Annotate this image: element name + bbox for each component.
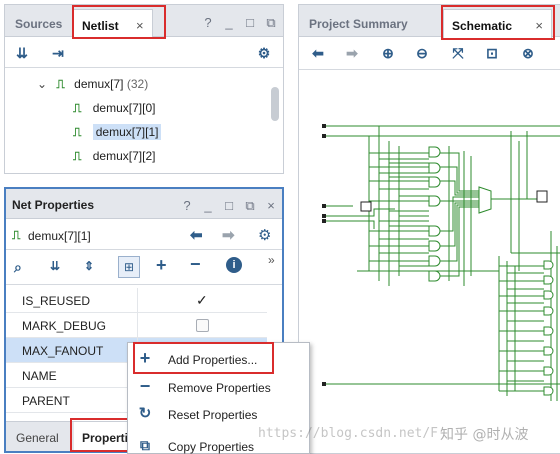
minimize-icon[interactable]: _	[203, 198, 213, 214]
tree-child-label: demux[7][2]	[92, 149, 156, 163]
copy-icon: ⧉	[140, 436, 150, 453]
help-icon[interactable]: ?	[203, 15, 213, 31]
property-key: MARK_DEBUG	[22, 319, 107, 333]
gear-icon[interactable]: ⚙	[258, 226, 271, 244]
zoom-in-icon[interactable]: ⊕	[379, 44, 397, 62]
watermark-url: https://blog.csdn.net/F	[258, 426, 439, 441]
property-key: PARENT	[22, 394, 70, 408]
more-icon[interactable]: »	[268, 253, 275, 267]
tab-project-summary[interactable]: Project Summary	[301, 11, 416, 37]
menu-item-label: Copy Properties	[168, 440, 255, 454]
property-row[interactable]: MARK_DEBUG	[6, 313, 267, 338]
tree-node-parent[interactable]: ⌄ ⎍ demux[7] (32)	[37, 77, 148, 92]
tree-parent-label: demux[7]	[74, 77, 124, 91]
remove-icon[interactable]: −	[190, 254, 201, 275]
netlist-tabbar: Sources Netlist × ? _ □ ⧉	[5, 5, 283, 38]
tab-sources[interactable]: Sources	[7, 11, 70, 37]
tab-schematic-label: Schematic	[452, 19, 513, 33]
close-icon[interactable]: ×	[136, 18, 144, 33]
maximize-icon[interactable]: □	[245, 15, 255, 31]
menu-item-reset-properties[interactable]: ↻ Reset Properties	[128, 400, 309, 426]
netlist-toolbar: ⇊ ⇥ ⚙	[5, 38, 283, 68]
search-icon[interactable]: ⌕	[14, 259, 22, 276]
tree-child-label: demux[7][1]	[92, 124, 162, 140]
hierarchy-icon[interactable]: ⊞	[118, 256, 140, 278]
back-arrow-icon[interactable]: ⬅	[190, 226, 203, 244]
property-row[interactable]: IS_REUSED ✓	[6, 288, 267, 313]
zoom-area-icon[interactable]: ⊡	[483, 44, 501, 62]
property-value-cell: ✓	[137, 288, 267, 312]
props-toolbar: ⌕ ⇊ ⇕ ⊞ + − i »	[6, 251, 282, 285]
float-icon[interactable]: ⧉	[266, 15, 276, 31]
add-icon[interactable]: +	[156, 255, 167, 276]
bus-net-icon: ⎍	[56, 77, 65, 91]
watermark-brand: 知乎 @时从波	[440, 427, 529, 443]
tree-node-child-selected[interactable]: ⎍ demux[7][1]	[73, 124, 162, 140]
schematic-canvas[interactable]	[299, 71, 560, 454]
checkbox[interactable]	[196, 319, 209, 332]
expand-all-icon[interactable]: ⇕	[84, 259, 94, 273]
net-icon: ⎍	[73, 149, 82, 163]
tree-scrollbar[interactable]	[271, 87, 279, 121]
menu-item-label: Add Properties...	[168, 353, 258, 367]
tab-schematic[interactable]: Schematic ×	[443, 9, 552, 38]
props-net-row: ⎍ demux[7][1] ⬅ ➡ ⚙	[6, 220, 282, 250]
gear-icon[interactable]: ⚙	[255, 44, 273, 62]
collapse-all-icon[interactable]: ⇊	[50, 259, 60, 273]
property-key: IS_REUSED	[22, 294, 91, 308]
menu-item-remove-properties[interactable]: − Remove Properties	[128, 373, 309, 399]
property-value-cell	[137, 313, 267, 337]
netlist-panel: Sources Netlist × ? _ □ ⧉ ⇊ ⇥ ⚙ ⌄ ⎍ demu…	[4, 4, 284, 174]
forward-arrow-icon[interactable]: ➡	[222, 226, 235, 244]
minus-icon: −	[139, 375, 151, 396]
net-icon: ⎍	[73, 125, 82, 139]
tab-netlist-label: Netlist	[82, 19, 119, 33]
tab-properties[interactable]: Properti	[74, 422, 135, 451]
chevron-down-icon[interactable]: ⌄	[37, 77, 47, 91]
menu-item-add-properties[interactable]: + Add Properties...	[128, 345, 309, 371]
menu-item-label: Remove Properties	[168, 381, 271, 395]
tab-general[interactable]: General	[16, 431, 59, 445]
net-icon: ⎍	[12, 228, 21, 242]
tree-node-child[interactable]: ⎍ demux[7][2]	[73, 149, 155, 164]
back-arrow-icon[interactable]: ⬅	[309, 44, 327, 62]
close-icon[interactable]: ×	[266, 198, 276, 214]
help-icon[interactable]: ?	[182, 198, 192, 214]
schematic-toolbar: ⬅ ➡ ⊕ ⊖ ⤧ ⊡ ⊗	[299, 38, 560, 70]
tree-node-child[interactable]: ⎍ demux[7][0]	[73, 101, 155, 116]
float-icon[interactable]: ⧉	[245, 198, 255, 214]
property-key: MAX_FANOUT	[22, 344, 104, 358]
props-title: Net Properties	[12, 198, 95, 212]
menu-item-label: Reset Properties	[168, 408, 258, 422]
tab-netlist[interactable]: Netlist ×	[73, 9, 153, 38]
info-icon[interactable]: i	[226, 257, 242, 273]
tab-sources-label: Sources	[15, 17, 63, 31]
props-header: Net Properties ? _ □ ⧉ ×	[6, 189, 282, 219]
expand-all-icon[interactable]: ⇥	[49, 44, 67, 62]
props-net-name: demux[7][1]	[28, 229, 91, 243]
close-icon[interactable]: ×	[535, 18, 543, 33]
tree-parent-count: (32)	[126, 77, 149, 91]
fit-view-icon[interactable]: ⤧	[449, 44, 467, 62]
maximize-icon[interactable]: □	[224, 198, 234, 214]
forward-arrow-icon[interactable]: ➡	[343, 44, 361, 62]
property-key: NAME	[22, 369, 57, 383]
plus-icon: +	[139, 347, 151, 368]
schematic-panel: Project Summary Schematic × ⬅ ➡ ⊕ ⊖ ⤧ ⊡ …	[298, 4, 560, 454]
tab-project-summary-label: Project Summary	[309, 17, 408, 31]
tree-child-label: demux[7][0]	[92, 101, 156, 115]
props-window-controls: ? _ □ ⧉ ×	[182, 198, 276, 214]
net-icon: ⎍	[73, 101, 82, 115]
schematic-tabbar: Project Summary Schematic ×	[299, 5, 560, 38]
zoom-out-icon[interactable]: ⊖	[413, 44, 431, 62]
crosshair-icon[interactable]: ⊗	[519, 44, 537, 62]
collapse-all-icon[interactable]: ⇊	[13, 44, 31, 62]
checkmark-icon: ✓	[196, 292, 208, 308]
minimize-icon[interactable]: _	[224, 15, 234, 31]
netlist-window-controls: ? _ □ ⧉	[203, 15, 276, 31]
reset-icon: ↻	[138, 405, 152, 422]
